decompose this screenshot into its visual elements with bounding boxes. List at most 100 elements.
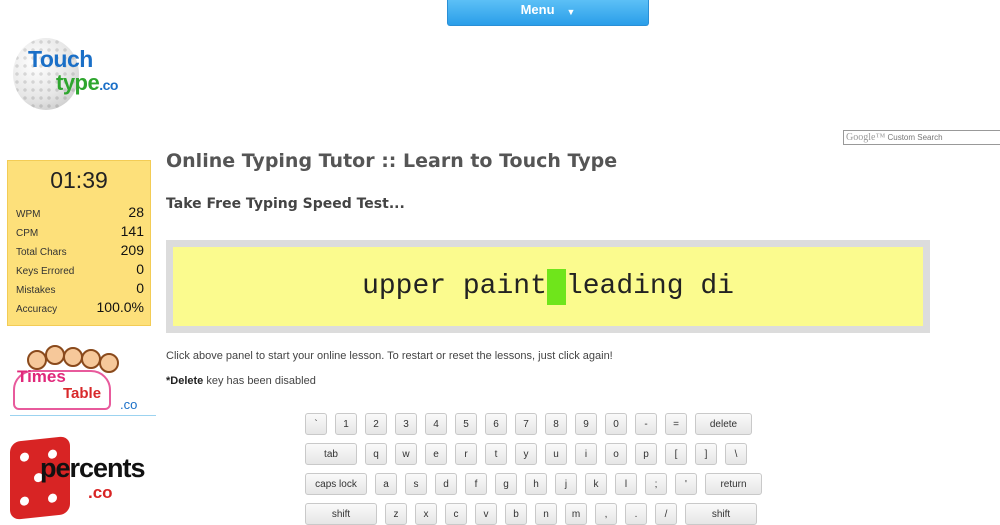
- key[interactable]: =: [665, 413, 687, 435]
- stats-panel: 01:39 WPM 28 CPM 141 Total Chars 209 Keys E…: [7, 160, 151, 326]
- keyboard-row: ` 1 2 3 4 5 6 7 8 9 0- = delete: [305, 413, 760, 435]
- key[interactable]: r: [455, 443, 477, 465]
- ad-suffix: .co: [88, 483, 113, 502]
- key[interactable]: .: [625, 503, 647, 525]
- search-input[interactable]: Google™ Custom Search: [843, 130, 1000, 145]
- key[interactable]: /: [655, 503, 677, 525]
- key-tab[interactable]: tab: [305, 443, 357, 465]
- ad-suffix: .co: [120, 397, 138, 412]
- kid-icon: [99, 353, 119, 373]
- key[interactable]: 7: [515, 413, 537, 435]
- timer: 01:39: [50, 167, 108, 193]
- keyboard-row: tab q w e r t y u i o p [] \: [305, 443, 755, 465]
- key[interactable]: k: [585, 473, 607, 495]
- key[interactable]: d: [435, 473, 457, 495]
- search-placeholder: Custom Search: [887, 133, 943, 142]
- google-logo: Google™: [846, 132, 886, 143]
- key[interactable]: q: [365, 443, 387, 465]
- key[interactable]: t: [485, 443, 507, 465]
- key[interactable]: 5: [455, 413, 477, 435]
- ad-word-2: Table: [63, 385, 102, 402]
- menu-button[interactable]: Menu ▼: [447, 0, 649, 26]
- key[interactable]: c: [445, 503, 467, 525]
- key[interactable]: -: [635, 413, 657, 435]
- key[interactable]: b: [505, 503, 527, 525]
- stat-row: CPM 141: [8, 220, 150, 239]
- key[interactable]: 3: [395, 413, 417, 435]
- key[interactable]: n: [535, 503, 557, 525]
- instructions-text: Click above panel to start your online l…: [166, 350, 613, 362]
- stat-row: Keys Errored 0: [8, 258, 150, 277]
- key[interactable]: 6: [485, 413, 507, 435]
- chevron-down-icon: ▼: [566, 7, 576, 17]
- ad-word: percents: [40, 453, 146, 483]
- key[interactable]: ': [675, 473, 697, 495]
- key-caps-lock[interactable]: caps lock: [305, 473, 367, 495]
- key[interactable]: [: [665, 443, 687, 465]
- key[interactable]: 8: [545, 413, 567, 435]
- key[interactable]: ,: [595, 503, 617, 525]
- stat-row: Accuracy 100.0%: [8, 296, 150, 315]
- key-shift[interactable]: shift: [685, 503, 757, 525]
- typed-text-after: leading di: [565, 271, 734, 302]
- key[interactable]: p: [635, 443, 657, 465]
- key-return[interactable]: return: [705, 473, 762, 495]
- kid-icon: [63, 347, 83, 367]
- stat-label: Total Chars: [16, 247, 67, 258]
- key[interactable]: e: [425, 443, 447, 465]
- stat-label: Accuracy: [16, 304, 58, 315]
- typing-text: upper paint leading di: [173, 247, 923, 326]
- key[interactable]: 0: [605, 413, 627, 435]
- key[interactable]: a: [375, 473, 397, 495]
- key[interactable]: `: [305, 413, 327, 435]
- keyboard-row: caps lock a s d f g h j k l; ' return: [305, 473, 770, 495]
- stat-row: WPM 28: [8, 201, 150, 220]
- stat-label: Mistakes: [16, 285, 56, 296]
- stat-label: Keys Errored: [16, 266, 75, 277]
- stat-value: 0: [136, 280, 144, 296]
- key[interactable]: \: [725, 443, 747, 465]
- key[interactable]: 1: [335, 413, 357, 435]
- key[interactable]: 9: [575, 413, 597, 435]
- key[interactable]: f: [465, 473, 487, 495]
- key[interactable]: y: [515, 443, 537, 465]
- page-subtitle: Take Free Typing Speed Test...: [166, 196, 405, 212]
- percents-ad[interactable]: percents .co: [10, 435, 155, 523]
- stat-value: 141: [120, 223, 144, 239]
- key[interactable]: x: [415, 503, 437, 525]
- touchtype-logo[interactable]: Touch type.co: [10, 38, 150, 113]
- key[interactable]: u: [545, 443, 567, 465]
- kid-icon: [81, 349, 101, 369]
- typed-text-before: upper paint: [362, 271, 547, 302]
- stat-value: 0: [136, 261, 144, 277]
- key[interactable]: m: [565, 503, 587, 525]
- key[interactable]: z: [385, 503, 407, 525]
- key[interactable]: s: [405, 473, 427, 495]
- key[interactable]: w: [395, 443, 417, 465]
- text-cursor: [546, 268, 566, 305]
- key[interactable]: h: [525, 473, 547, 495]
- key[interactable]: i: [575, 443, 597, 465]
- logo-line1: Touch: [28, 46, 93, 72]
- page-title: Online Typing Tutor :: Learn to Touch Ty…: [166, 150, 618, 172]
- key[interactable]: j: [555, 473, 577, 495]
- key[interactable]: ]: [695, 443, 717, 465]
- typing-panel[interactable]: upper paint leading di: [166, 240, 930, 333]
- stat-value: 28: [128, 204, 144, 220]
- key[interactable]: v: [475, 503, 497, 525]
- key-shift[interactable]: shift: [305, 503, 377, 525]
- key[interactable]: 4: [425, 413, 447, 435]
- stat-row: Mistakes 0: [8, 277, 150, 296]
- key[interactable]: l: [615, 473, 637, 495]
- stat-row: Total Chars 209: [8, 239, 150, 258]
- key[interactable]: g: [495, 473, 517, 495]
- key-delete[interactable]: delete: [695, 413, 752, 435]
- key[interactable]: ;: [645, 473, 667, 495]
- menu-label: Menu: [520, 2, 555, 17]
- timestable-ad[interactable]: Times Table .co: [5, 345, 156, 417]
- key[interactable]: o: [605, 443, 627, 465]
- stat-value: 100.0%: [96, 299, 144, 315]
- delete-note: *Delete key has been disabled: [166, 375, 316, 387]
- key[interactable]: 2: [365, 413, 387, 435]
- logo-line2: type.co: [56, 70, 118, 95]
